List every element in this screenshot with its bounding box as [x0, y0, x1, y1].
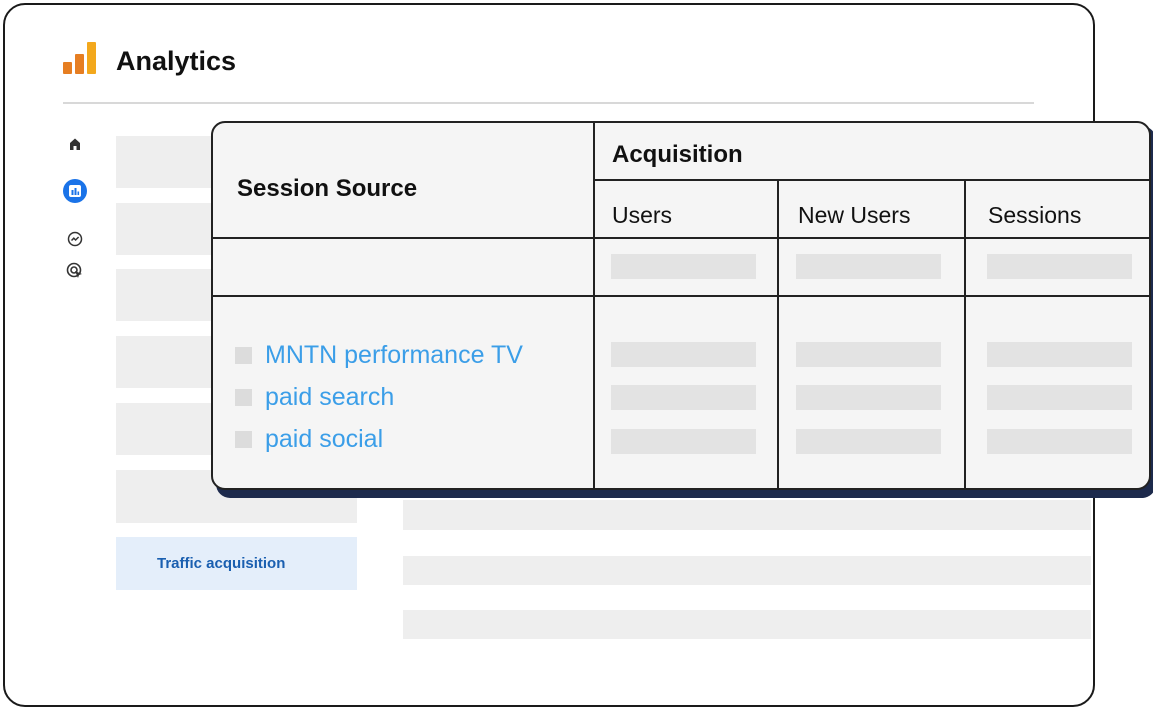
home-icon[interactable] [64, 133, 86, 155]
target-cursor-icon[interactable] [64, 260, 86, 282]
new-users-column-header[interactable]: New Users [798, 202, 910, 229]
analytics-logo-icon [63, 42, 99, 74]
cell-placeholder [611, 342, 756, 367]
table-row[interactable]: paid search [235, 382, 394, 412]
cell-placeholder [611, 429, 756, 454]
cell-placeholder [987, 385, 1132, 410]
sessions-column-header[interactable]: Sessions [988, 202, 1081, 229]
header-divider [63, 102, 1034, 104]
cell-placeholder [796, 429, 941, 454]
sidebar-item-traffic-acquisition[interactable]: Traffic acquisition [116, 537, 357, 590]
content-placeholder [403, 556, 1091, 585]
total-sessions-placeholder [987, 254, 1132, 279]
app-title: Analytics [116, 46, 237, 76]
cell-placeholder [796, 385, 941, 410]
source-link[interactable]: paid social [265, 425, 383, 454]
content-placeholder [403, 610, 1091, 639]
session-source-header[interactable]: Session Source [237, 175, 417, 203]
cell-placeholder [987, 342, 1132, 367]
trend-icon[interactable] [64, 228, 86, 250]
row-checkbox[interactable] [235, 346, 252, 364]
row-divider [213, 237, 1149, 239]
table-row[interactable]: MNTN performance TV [235, 340, 523, 370]
users-column-header[interactable]: Users [612, 202, 672, 229]
column-divider [964, 180, 966, 488]
cell-placeholder [611, 385, 756, 410]
column-divider [777, 180, 779, 488]
total-new-users-placeholder [796, 254, 941, 279]
row-checkbox[interactable] [235, 388, 252, 406]
row-divider [593, 179, 1149, 181]
content-placeholder [403, 500, 1091, 530]
bar-chart-icon[interactable] [63, 179, 87, 203]
table-row[interactable]: paid social [235, 424, 383, 454]
cell-placeholder [796, 342, 941, 367]
acquisition-group-header: Acquisition [612, 141, 743, 168]
row-checkbox[interactable] [235, 430, 252, 448]
source-link[interactable]: paid search [265, 383, 394, 412]
row-divider [213, 295, 1149, 297]
acquisition-table-card: Session Source Acquisition Users New Use… [211, 121, 1151, 490]
source-link[interactable]: MNTN performance TV [265, 341, 523, 370]
total-users-placeholder [611, 254, 756, 279]
cell-placeholder [987, 429, 1132, 454]
